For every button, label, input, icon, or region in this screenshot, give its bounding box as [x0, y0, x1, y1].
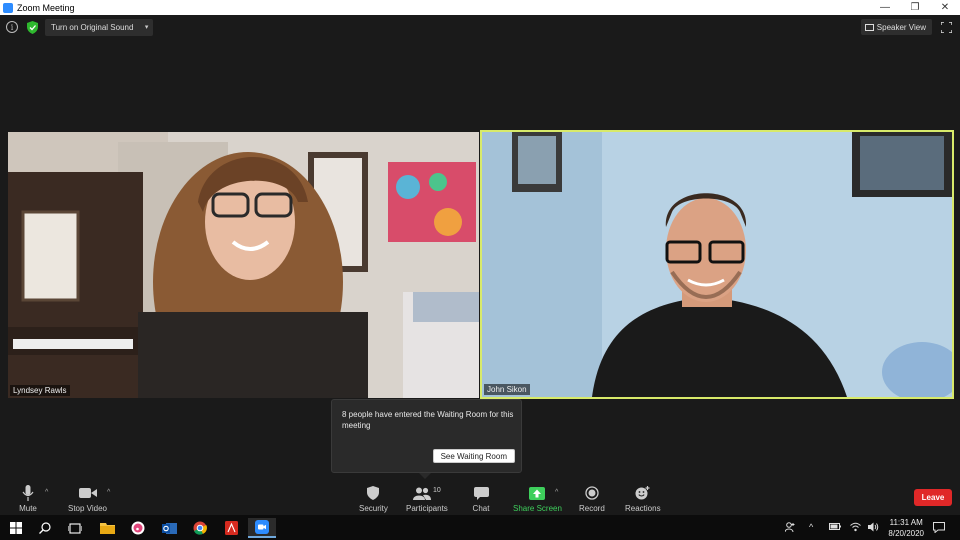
windows-start-icon[interactable]	[2, 518, 30, 538]
itunes-icon[interactable]	[124, 518, 152, 538]
participant-video-image	[8, 132, 479, 398]
security-button[interactable]: Security	[359, 484, 388, 513]
window-title: Zoom Meeting	[17, 2, 75, 13]
participant-video-image	[482, 132, 952, 397]
windows-taskbar: ^ 11:31 AM 8/20/2020	[0, 515, 960, 540]
reactions-button[interactable]: Reactions	[625, 484, 661, 513]
chrome-icon[interactable]	[186, 518, 214, 538]
people-icon[interactable]	[784, 522, 796, 535]
record-label: Record	[579, 504, 605, 513]
participants-button[interactable]: 10 Participants	[406, 484, 448, 514]
search-icon[interactable]	[31, 518, 59, 538]
share-screen-label: Share Screen	[513, 504, 562, 513]
share-options-caret-icon[interactable]: ^	[555, 489, 558, 496]
meeting-topbar: i Turn on Original Sound ▾ Speaker View	[0, 15, 960, 40]
encryption-shield-icon[interactable]	[27, 21, 38, 34]
audio-options-caret-icon[interactable]: ^	[45, 489, 48, 496]
reactions-label: Reactions	[625, 504, 661, 513]
task-view-icon[interactable]	[61, 518, 89, 538]
original-sound-label: Turn on Original Sound	[51, 23, 134, 32]
zoom-app-icon	[3, 2, 13, 13]
microphone-icon	[18, 484, 38, 502]
chat-label: Chat	[472, 504, 490, 513]
mute-button[interactable]: Mute	[18, 484, 38, 513]
waiting-room-message: 8 people have entered the Waiting Room f…	[342, 410, 514, 430]
restore-button[interactable]: ❐	[900, 0, 930, 15]
speaker-view-button[interactable]: Speaker View	[860, 19, 932, 35]
participants-icon: 10	[407, 484, 447, 502]
record-button[interactable]: Record	[579, 484, 605, 513]
chevron-down-icon[interactable]: ▾	[145, 23, 149, 31]
video-tile-john[interactable]: John Sikon	[480, 130, 954, 399]
tray-expand-icon[interactable]: ^	[809, 522, 813, 532]
window-titlebar: Zoom Meeting — ❐ ✕	[0, 0, 960, 15]
volume-icon[interactable]	[868, 522, 879, 534]
security-shield-icon	[363, 484, 383, 502]
video-tile-lyndsey[interactable]: Lyndsey Rawls	[8, 132, 479, 398]
fullscreen-icon[interactable]	[941, 22, 952, 33]
notification-pointer	[419, 473, 431, 479]
meeting-toolbar: Mute ^ Stop Video ^ Security 10 Particip…	[0, 480, 960, 515]
leave-meeting-button[interactable]: Leave	[914, 489, 952, 506]
mute-label: Mute	[19, 504, 37, 513]
adobe-acrobat-icon[interactable]	[217, 518, 245, 538]
battery-icon[interactable]	[829, 522, 841, 533]
zoom-taskbar-icon[interactable]	[248, 518, 276, 538]
waiting-room-notification: 8 people have entered the Waiting Room f…	[331, 399, 522, 479]
view-grid-icon	[864, 23, 874, 31]
see-waiting-room-button[interactable]: See Waiting Room	[432, 449, 515, 463]
info-icon[interactable]: i	[6, 21, 18, 33]
close-button[interactable]: ✕	[930, 0, 960, 15]
participant-name-label: John Sikon	[484, 384, 530, 395]
video-camera-icon	[78, 484, 98, 502]
wifi-icon[interactable]	[850, 522, 861, 534]
security-label: Security	[359, 504, 388, 513]
file-explorer-icon[interactable]	[93, 518, 121, 538]
participants-count-badge: 10	[432, 486, 441, 494]
participant-name-label: Lyndsey Rawls	[10, 385, 70, 396]
notification-center-icon[interactable]	[933, 522, 945, 535]
record-icon	[582, 484, 602, 502]
clock-time: 11:31 AM	[889, 518, 923, 527]
stop-video-button[interactable]: Stop Video	[68, 484, 107, 513]
original-sound-button[interactable]: Turn on Original Sound ▾	[45, 19, 154, 36]
minimize-button[interactable]: —	[870, 0, 900, 15]
chat-button[interactable]: Chat	[471, 484, 491, 513]
stop-video-label: Stop Video	[68, 504, 107, 513]
share-screen-arrow-icon	[527, 484, 547, 502]
clock-date: 8/20/2020	[888, 529, 924, 538]
speaker-view-label: Speaker View	[876, 22, 926, 32]
smiley-plus-icon	[633, 484, 653, 502]
outlook-icon[interactable]	[155, 518, 183, 538]
video-options-caret-icon[interactable]: ^	[107, 489, 110, 496]
window-controls: — ❐ ✕	[870, 0, 960, 15]
chat-bubble-icon	[471, 484, 491, 502]
participants-label: Participants	[406, 504, 448, 513]
taskbar-clock[interactable]: 11:31 AM 8/20/2020	[888, 517, 924, 539]
